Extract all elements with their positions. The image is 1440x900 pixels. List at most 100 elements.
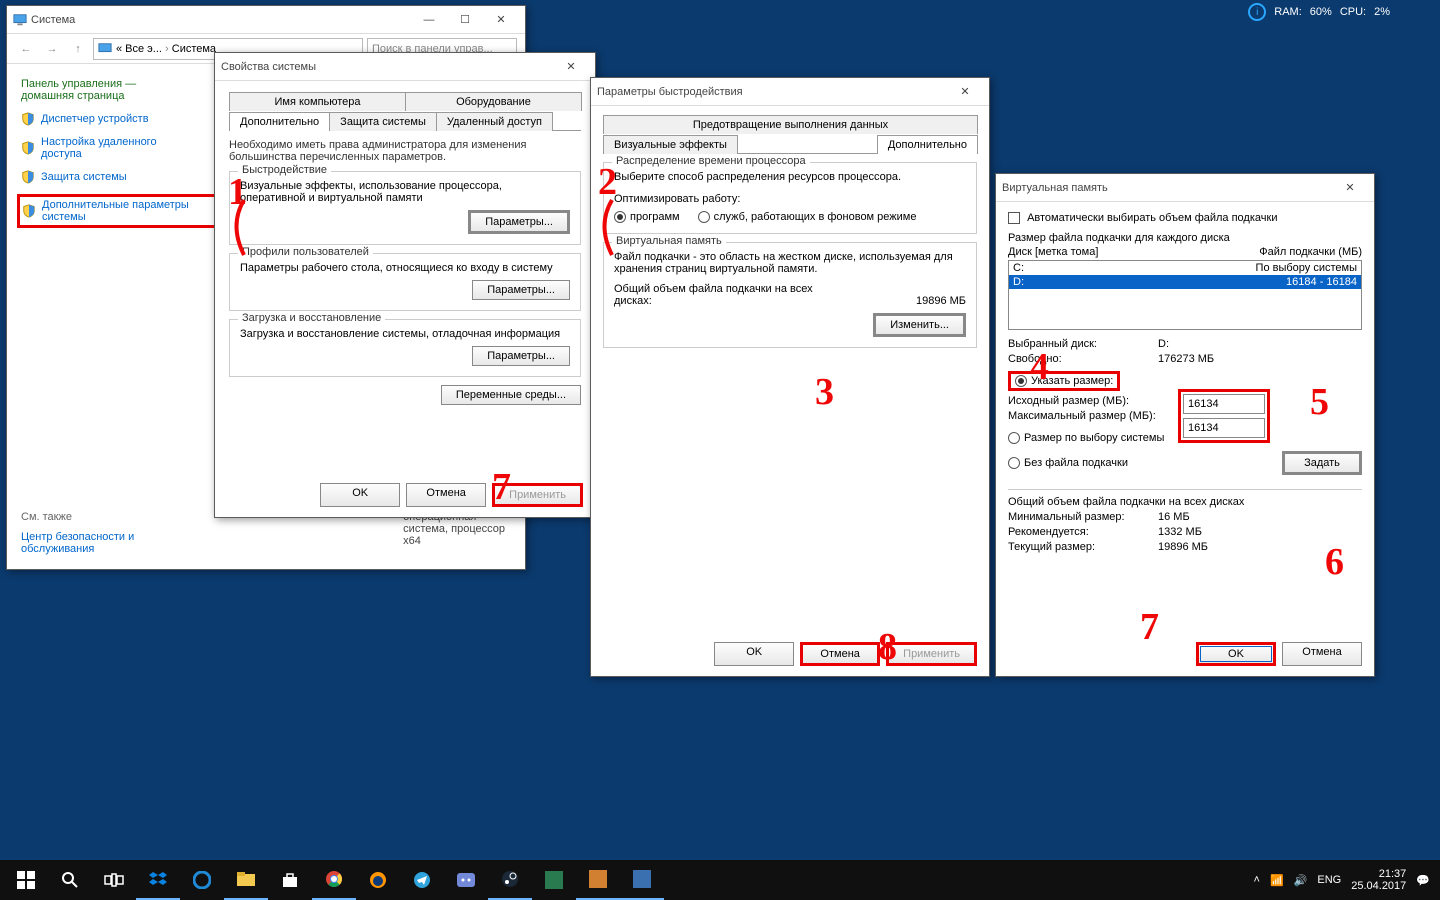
close-icon[interactable]: ✕ bbox=[483, 6, 519, 34]
clock[interactable]: 21:37 25.04.2017 bbox=[1351, 868, 1406, 892]
current-size-value: 19896 МБ bbox=[1158, 541, 1208, 553]
performance-params-button[interactable]: Параметры... bbox=[468, 210, 570, 234]
ok-button[interactable]: OK bbox=[320, 483, 400, 507]
store-icon[interactable] bbox=[268, 860, 312, 900]
per-drive-title: Размер файла подкачки для каждого диска bbox=[1008, 232, 1362, 244]
volume-icon[interactable]: 🔊 bbox=[1294, 874, 1308, 887]
profiles-group: Профили пользователей Параметры рабочего… bbox=[229, 253, 581, 311]
totals-title: Общий объем файла подкачки на всех диска… bbox=[1008, 489, 1362, 508]
vm-total-value: 19896 МБ bbox=[916, 295, 966, 307]
radio-services[interactable]: служб, работающих в фоновом режиме bbox=[698, 211, 917, 223]
dropbox-icon[interactable] bbox=[136, 860, 180, 900]
app-icon-3[interactable] bbox=[620, 860, 664, 900]
vm-title: Виртуальная память bbox=[1002, 182, 1332, 194]
sysprops-title: Свойства системы bbox=[221, 61, 553, 73]
virtual-memory-window: Виртуальная память ✕ Автоматически выбир… bbox=[995, 173, 1375, 677]
ram-value: 60% bbox=[1310, 6, 1332, 18]
explorer-icon[interactable] bbox=[224, 860, 268, 900]
breadcrumb-b[interactable]: Система bbox=[172, 43, 216, 55]
set-button[interactable]: Задать bbox=[1282, 451, 1362, 475]
tab-advanced[interactable]: Дополнительно bbox=[229, 112, 330, 131]
shield-icon bbox=[21, 112, 35, 126]
virtual-memory-group: Виртуальная память Файл подкачки - это о… bbox=[603, 242, 977, 348]
telegram-icon[interactable] bbox=[400, 860, 444, 900]
apply-button[interactable]: Применить bbox=[886, 642, 977, 666]
boot-group: Загрузка и восстановление Загрузка и вос… bbox=[229, 319, 581, 377]
edge-icon[interactable] bbox=[180, 860, 224, 900]
ok-button[interactable]: OK bbox=[1196, 642, 1276, 666]
search-icon[interactable] bbox=[48, 860, 92, 900]
env-vars-button[interactable]: Переменные среды... bbox=[441, 385, 581, 405]
language-indicator[interactable]: ENG bbox=[1317, 874, 1341, 886]
col-drive: Диск [метка тома] bbox=[1008, 246, 1098, 258]
performance-options-window: Параметры быстродействия ✕ Предотвращени… bbox=[590, 77, 990, 677]
max-size-input[interactable] bbox=[1183, 418, 1265, 438]
shield-icon bbox=[22, 204, 36, 218]
tab-protection[interactable]: Защита системы bbox=[329, 112, 437, 131]
drive-list[interactable]: C: По выбору системы D: 16184 - 16184 bbox=[1008, 260, 1362, 330]
scheduling-group: Распределение времени процессора Выберит… bbox=[603, 162, 977, 234]
cancel-button[interactable]: Отмена bbox=[406, 483, 486, 507]
vm-title-bar[interactable]: Виртуальная память ✕ bbox=[996, 174, 1374, 202]
forward-icon[interactable]: → bbox=[41, 43, 63, 55]
radio-system-managed[interactable]: Размер по выбору системы bbox=[1008, 432, 1164, 444]
minimize-icon[interactable]: — bbox=[411, 6, 447, 34]
radio-no-pagefile[interactable]: Без файла подкачки bbox=[1008, 457, 1128, 469]
perfopts-title-bar[interactable]: Параметры быстродействия ✕ bbox=[591, 78, 989, 106]
computer-icon bbox=[13, 13, 27, 27]
taskview-icon[interactable] bbox=[92, 860, 136, 900]
profiles-params-button[interactable]: Параметры... bbox=[472, 280, 570, 300]
boot-params-button[interactable]: Параметры... bbox=[472, 346, 570, 366]
system-tray: ˄ 📶 🔊 ENG 21:37 25.04.2017 💬 bbox=[1254, 868, 1436, 892]
start-button[interactable] bbox=[4, 860, 48, 900]
change-vm-button[interactable]: Изменить... bbox=[873, 313, 966, 337]
chrome-icon[interactable] bbox=[312, 860, 356, 900]
radio-custom-size[interactable]: Указать размер: bbox=[1008, 371, 1120, 391]
sysprops-title-bar[interactable]: Свойства системы ✕ bbox=[215, 53, 595, 81]
radio-programs[interactable]: программ bbox=[614, 211, 680, 223]
maximize-icon[interactable]: ☐ bbox=[447, 6, 483, 34]
cancel-button[interactable]: Отмена bbox=[800, 642, 880, 666]
drive-row-c[interactable]: C: По выбору системы bbox=[1009, 261, 1361, 275]
shield-icon bbox=[21, 141, 35, 155]
performance-group: Быстродействие Визуальные эффекты, испол… bbox=[229, 171, 581, 245]
initial-size-input[interactable] bbox=[1183, 394, 1265, 414]
security-center-link[interactable]: Центр безопасности иобслуживания bbox=[21, 531, 134, 555]
app-icon-1[interactable] bbox=[532, 860, 576, 900]
tray-chevron-icon[interactable]: ˄ bbox=[1254, 874, 1260, 886]
tab-visual[interactable]: Визуальные эффекты bbox=[603, 135, 738, 154]
tab-remote[interactable]: Удаленный доступ bbox=[436, 112, 553, 131]
drive-row-d[interactable]: D: 16184 - 16184 bbox=[1009, 275, 1361, 289]
auto-manage-checkbox[interactable]: Автоматически выбирать объем файла подка… bbox=[1008, 212, 1362, 224]
close-icon[interactable]: ✕ bbox=[947, 78, 983, 106]
computer-icon bbox=[98, 42, 112, 56]
optimize-label: Оптимизировать работу: bbox=[614, 193, 966, 205]
tab-computer-name[interactable]: Имя компьютера bbox=[229, 92, 406, 111]
ok-button[interactable]: OK bbox=[714, 642, 794, 666]
selected-drive-value: D: bbox=[1158, 338, 1169, 350]
sysprops-tabs2: Дополнительно Защита системы Удаленный д… bbox=[229, 111, 581, 131]
perfopts-title: Параметры быстродействия bbox=[597, 86, 947, 98]
cancel-button[interactable]: Отмена bbox=[1282, 642, 1362, 666]
col-pagefile: Файл подкачки (МБ) bbox=[1259, 246, 1362, 258]
back-icon[interactable]: ← bbox=[15, 43, 37, 55]
free-space-value: 176273 МБ bbox=[1158, 353, 1214, 365]
system-title: Система bbox=[31, 14, 411, 26]
system-title-bar[interactable]: Система — ☐ ✕ bbox=[7, 6, 525, 34]
tab-hardware[interactable]: Оборудование bbox=[405, 92, 582, 111]
tab-adv[interactable]: Дополнительно bbox=[877, 135, 978, 154]
min-size-value: 16 МБ bbox=[1158, 511, 1190, 523]
apply-button[interactable]: Применить bbox=[492, 483, 583, 507]
network-icon[interactable]: 📶 bbox=[1270, 874, 1284, 887]
steam-icon[interactable] bbox=[488, 860, 532, 900]
close-icon[interactable]: ✕ bbox=[553, 53, 589, 81]
checkbox-icon bbox=[1008, 212, 1020, 224]
notification-icon[interactable]: 💬 bbox=[1416, 874, 1430, 887]
app-icon-2[interactable] bbox=[576, 860, 620, 900]
up-icon[interactable]: ↑ bbox=[67, 43, 89, 55]
tab-dep[interactable]: Предотвращение выполнения данных bbox=[603, 115, 978, 134]
firefox-icon[interactable] bbox=[356, 860, 400, 900]
breadcrumb-a[interactable]: « Все э... bbox=[116, 43, 162, 55]
close-icon[interactable]: ✕ bbox=[1332, 174, 1368, 202]
discord-icon[interactable] bbox=[444, 860, 488, 900]
